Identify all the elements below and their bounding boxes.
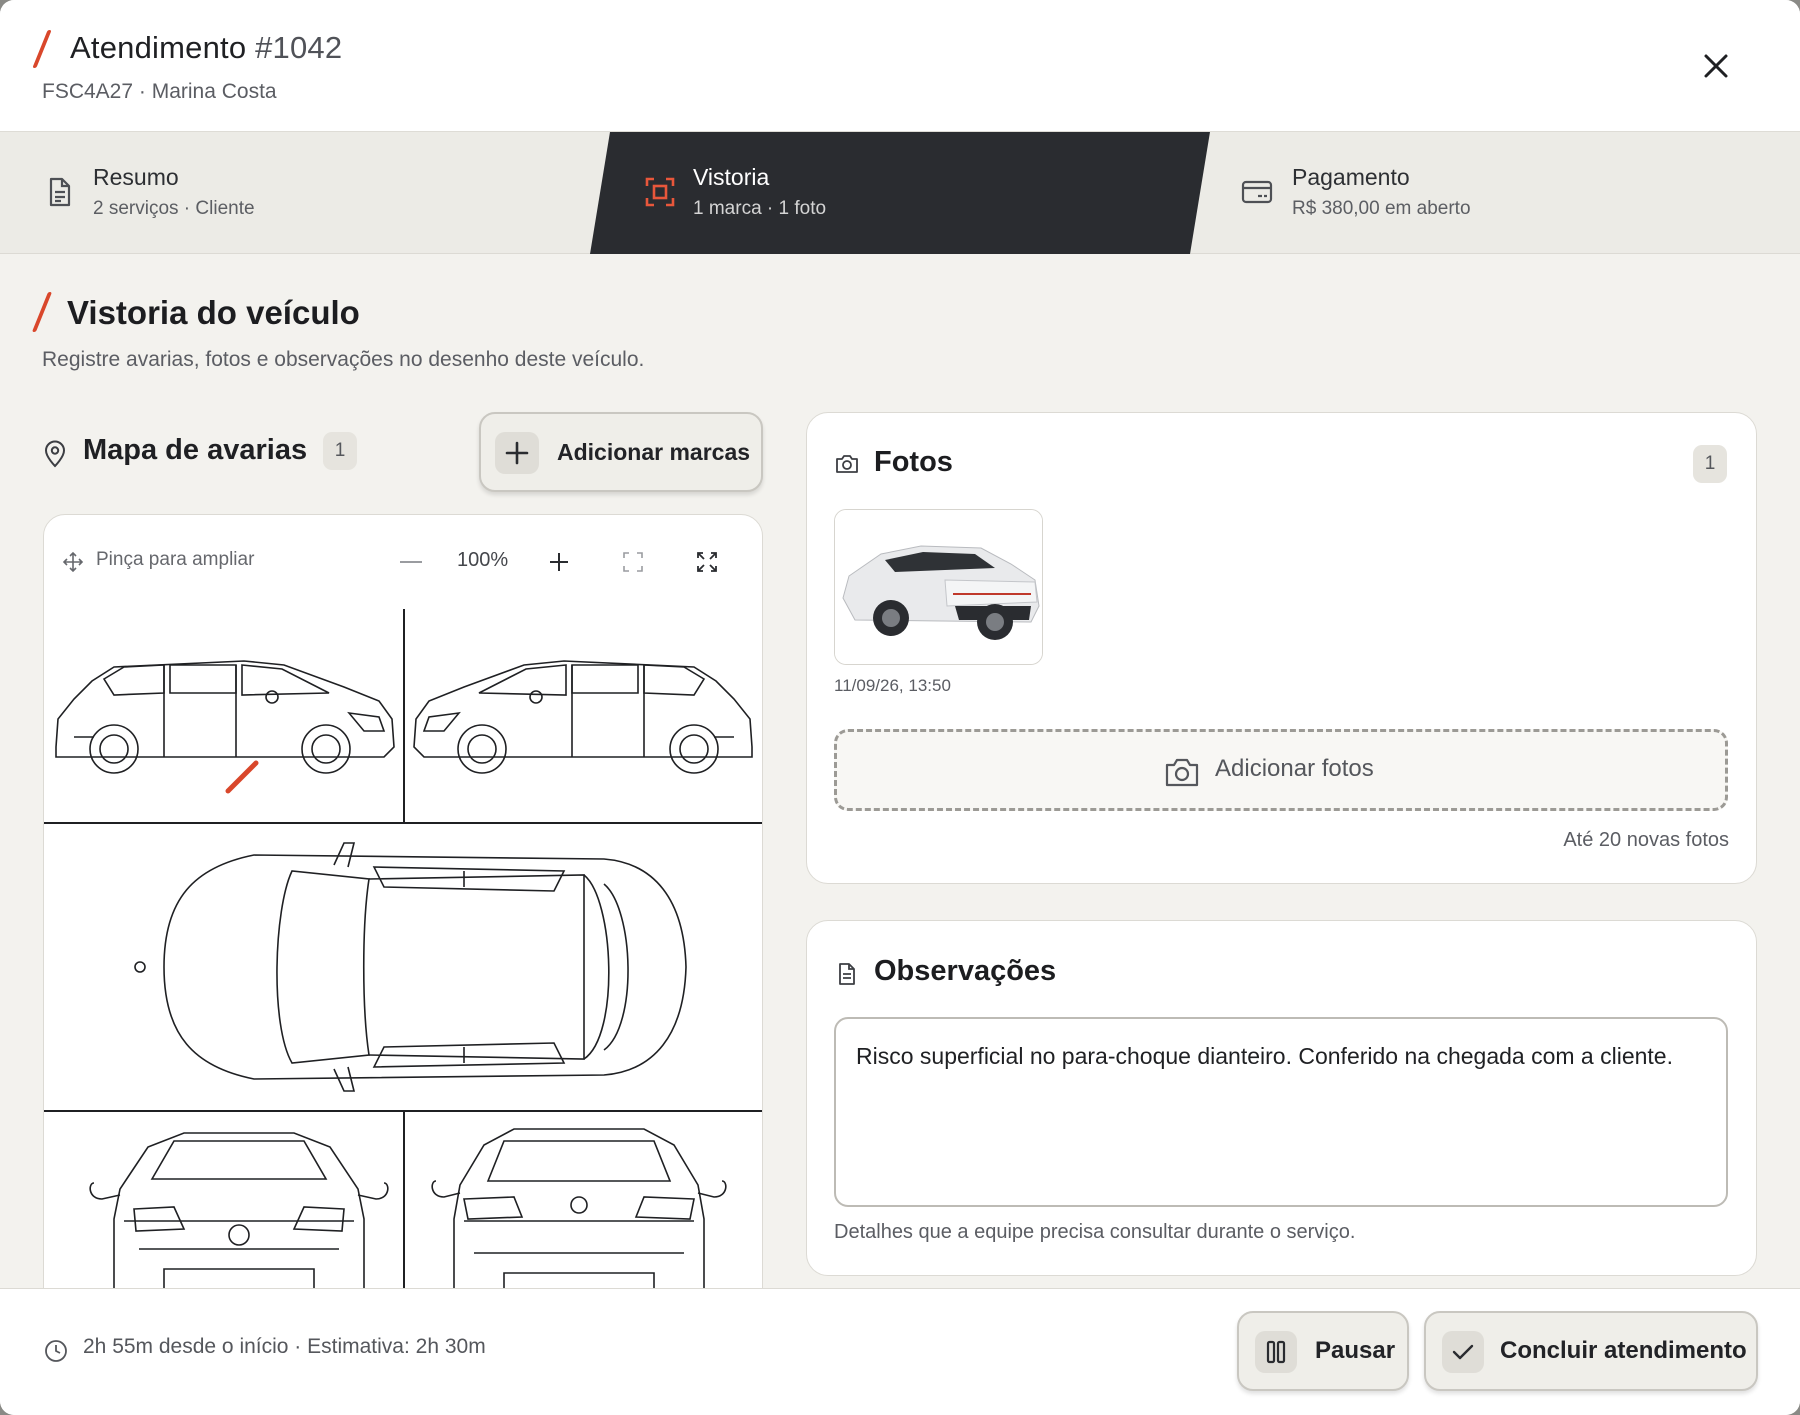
- card-icon: [1241, 180, 1273, 204]
- tab-bar: Resumo 2 serviços · Cliente Vistoria 1 m…: [0, 132, 1800, 254]
- front-view: [89, 1132, 389, 1293]
- damage-map-title: Mapa de avarias: [83, 434, 308, 466]
- section-title: Vistoria do veículo: [67, 294, 360, 331]
- modal-footer: 2h 55m desde o início · Estimativa: 2h 3…: [0, 1288, 1800, 1415]
- damage-mark: [225, 760, 259, 794]
- tab-title: Vistoria: [693, 164, 770, 190]
- pinch-hint: Pinça para ampliar: [96, 549, 255, 570]
- service-number: #1042: [255, 30, 343, 65]
- tab-title: Resumo: [93, 164, 179, 190]
- document-icon: [49, 177, 71, 207]
- service-modal: Atendimento #1042 FSC4A27 · Marina Costa…: [0, 0, 1800, 1415]
- plus-icon: [495, 432, 539, 474]
- map-toolbar: Pinça para ampliar 100%: [44, 515, 762, 609]
- vehicle-diagram[interactable]: [44, 609, 763, 1294]
- tab-subtitle: 2 serviços · Cliente: [93, 198, 255, 219]
- modal-title: Atendimento #1042: [70, 30, 342, 66]
- accent-slash: [32, 30, 52, 68]
- tab-pagamento[interactable]: Pagamento R$ 380,00 em aberto: [1210, 132, 1800, 254]
- top-view: [134, 842, 687, 1092]
- pause-button[interactable]: Pausar: [1237, 1311, 1409, 1391]
- rear-view: [431, 1128, 727, 1293]
- finish-label: Concluir atendimento: [1500, 1337, 1747, 1364]
- title-text: Atendimento: [70, 30, 247, 65]
- add-photos-button[interactable]: Adicionar fotos: [834, 729, 1728, 811]
- photo-timestamp: 11/09/26, 13:50: [834, 676, 951, 695]
- side-view-left: [55, 660, 395, 774]
- clock-icon: [45, 1340, 67, 1362]
- photos-limit: Até 20 novas fotos: [1563, 829, 1729, 851]
- add-marks-label: Adicionar marcas: [557, 439, 751, 465]
- tab-resumo[interactable]: Resumo 2 serviços · Cliente: [0, 132, 590, 254]
- add-marks-button[interactable]: Adicionar marcas: [479, 412, 763, 492]
- photos-title: Fotos: [874, 446, 953, 478]
- notes-help: Detalhes que a equipe precisa consultar …: [834, 1221, 1356, 1243]
- notes-title: Observações: [874, 955, 1057, 987]
- zoom-out-button[interactable]: [400, 561, 422, 563]
- add-photos-label: Adicionar fotos: [1215, 755, 1374, 782]
- damage-count-badge: 1: [323, 432, 357, 470]
- photos-count-badge: 1: [1693, 445, 1727, 483]
- modal-header: Atendimento #1042 FSC4A27 · Marina Costa: [0, 0, 1800, 132]
- tab-subtitle: 1 marca · 1 foto: [693, 198, 827, 219]
- photos-card: Fotos 1 11/09/26, 13:50 Adicionar fotos …: [806, 412, 1757, 884]
- camera-icon: [1165, 758, 1199, 787]
- pause-label: Pausar: [1315, 1337, 1396, 1364]
- damage-map-canvas[interactable]: Pinça para ampliar 100%: [43, 514, 763, 1294]
- close-icon: [1704, 54, 1728, 78]
- side-view-right: [413, 660, 753, 774]
- zoom-in-button[interactable]: [547, 550, 571, 574]
- check-icon: [1442, 1331, 1484, 1373]
- tab-title: Pagamento: [1292, 164, 1410, 190]
- notes-card: Observações Risco superficial no para-ch…: [806, 920, 1757, 1276]
- section-subtitle: Registre avarias, fotos e observações no…: [42, 348, 645, 371]
- tab-vistoria[interactable]: Vistoria 1 marca · 1 foto: [590, 132, 1210, 254]
- fit-view-icon[interactable]: [622, 551, 644, 573]
- scan-icon: [645, 177, 675, 207]
- elapsed-time: 2h 55m desde o início · Estimativa: 2h 3…: [83, 1335, 486, 1358]
- zoom-level: 100%: [457, 549, 509, 571]
- camera-icon: [836, 455, 858, 473]
- pause-icon: [1255, 1331, 1297, 1373]
- photo-thumbnail[interactable]: [834, 509, 1043, 665]
- notes-textarea[interactable]: Risco superficial no para-choque diantei…: [834, 1017, 1728, 1207]
- fullscreen-icon[interactable]: [696, 551, 718, 573]
- move-icon: [62, 551, 84, 573]
- close-button[interactable]: [1698, 48, 1734, 84]
- tab-subtitle: R$ 380,00 em aberto: [1292, 198, 1471, 219]
- car-photo: [835, 510, 1042, 664]
- modal-subtitle: FSC4A27 · Marina Costa: [42, 80, 277, 103]
- finish-service-button[interactable]: Concluir atendimento: [1424, 1311, 1758, 1391]
- document-icon: [839, 963, 855, 985]
- map-pin-icon: [44, 440, 66, 468]
- accent-slash: [31, 292, 53, 332]
